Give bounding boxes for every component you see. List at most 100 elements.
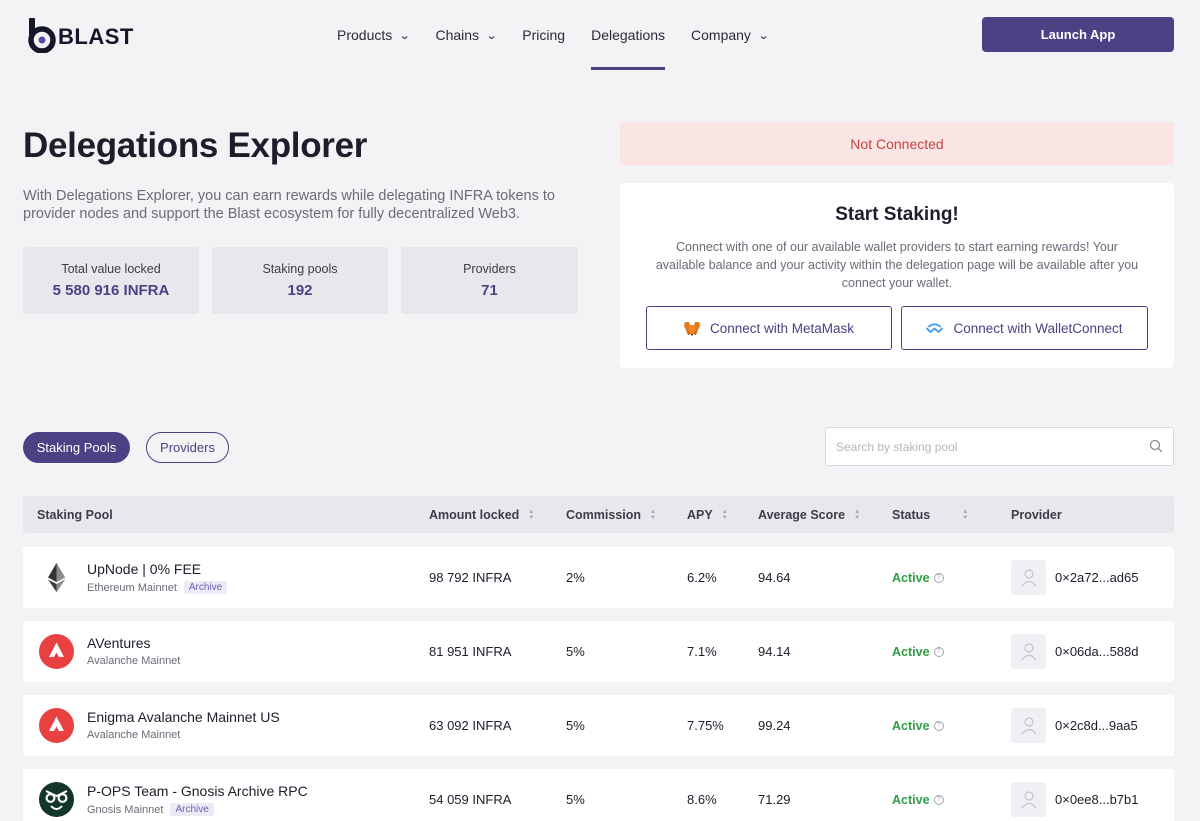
launch-app-button[interactable]: Launch App: [982, 17, 1174, 52]
logo-text: BLAST: [58, 24, 134, 49]
column-staking-pool: Staking Pool: [37, 496, 113, 533]
ethereum-icon: [48, 563, 65, 592]
chevron-down-icon: ⌄: [398, 29, 411, 42]
search-box: [825, 427, 1174, 466]
menu-delegations[interactable]: Delegations: [591, 0, 665, 70]
status: Active ?: [892, 769, 944, 821]
stat-staking-pools: Staking pools 192: [212, 247, 388, 314]
column-label: Staking Pool: [37, 507, 113, 522]
main-menu: Products ⌄ Chains ⌄ Pricing Delegations …: [337, 0, 794, 70]
column-commission[interactable]: Commission ▲ ▼: [566, 496, 656, 533]
average-score: 99.24: [758, 718, 791, 733]
connection-status-alert: Not Connected: [620, 122, 1174, 165]
provider-address[interactable]: 0×2c8d...9aa5: [1055, 695, 1138, 756]
sort-icon[interactable]: ▲ ▼: [962, 509, 968, 521]
table-row[interactable]: Enigma Avalanche Mainnet US Avalanche Ma…: [23, 695, 1174, 756]
status-badge: Active: [892, 792, 930, 807]
menu-company-label: Company: [691, 27, 751, 43]
start-staking-title: Start Staking!: [835, 204, 959, 225]
start-staking-description: Connect with one of our available wallet…: [655, 240, 1139, 290]
column-label: Commission: [566, 507, 642, 522]
blast-logo[interactable]: BLAST: [27, 17, 134, 53]
average-score: 94.64: [758, 570, 791, 585]
help-icon[interactable]: ?: [933, 794, 944, 805]
apy: 8.6%: [687, 792, 717, 807]
stat-providers: Providers 71: [401, 247, 578, 314]
stat-value: 5 580 916 INFRA: [52, 282, 170, 299]
status: Active ?: [892, 695, 944, 756]
help-icon[interactable]: ?: [933, 646, 944, 657]
menu-company[interactable]: Company ⌄: [691, 0, 770, 70]
apy: 7.75%: [687, 718, 724, 733]
user-icon: [1021, 716, 1036, 734]
commission: 2%: [566, 570, 585, 585]
stat-value: 71: [481, 282, 498, 299]
menu-products[interactable]: Products ⌄: [337, 0, 411, 70]
provider-address[interactable]: 0×2a72...ad65: [1055, 547, 1139, 608]
table-row[interactable]: P-OPS Team - Gnosis Archive RPC Gnosis M…: [23, 769, 1174, 821]
amount-locked: 98 792 INFRA: [429, 570, 512, 585]
stat-label: Total value locked: [61, 262, 161, 276]
help-icon[interactable]: ?: [933, 720, 944, 731]
table-row[interactable]: UpNode | 0% FEE Ethereum Mainnet Archive…: [23, 547, 1174, 608]
walletconnect-icon: [926, 322, 944, 334]
table-header: Staking Pool Amount locked ▲ ▼ Commission…: [23, 496, 1174, 533]
user-icon: [1021, 790, 1036, 808]
stat-total-value-locked: Total value locked 5 580 916 INFRA: [23, 247, 199, 314]
user-icon: [1021, 642, 1036, 660]
page-description: With Delegations Explorer, you can earn …: [23, 188, 555, 222]
column-average-score[interactable]: Average Score ▲ ▼: [758, 496, 860, 533]
average-score: 94.14: [758, 644, 791, 659]
sort-icon[interactable]: ▲ ▼: [722, 509, 728, 521]
commission: 5%: [566, 718, 585, 733]
column-amount-locked[interactable]: Amount locked ▲ ▼: [429, 496, 534, 533]
menu-delegations-label: Delegations: [591, 27, 666, 43]
avalanche-icon: [39, 708, 74, 743]
network-label: Avalanche Mainnet: [87, 655, 181, 667]
status-badge: Active: [892, 570, 930, 585]
user-icon: [1021, 568, 1036, 586]
status-badge: Active: [892, 644, 930, 659]
help-icon[interactable]: ?: [933, 572, 944, 583]
provider-avatar: [1011, 782, 1046, 817]
provider-address[interactable]: 0×06da...588d: [1055, 621, 1139, 682]
pool-name[interactable]: AVentures: [87, 635, 151, 651]
search-icon[interactable]: [1149, 439, 1163, 453]
start-staking-card: Start Staking! Connect with one of our a…: [620, 183, 1174, 368]
sort-icon[interactable]: ▲ ▼: [650, 509, 656, 521]
column-label: Provider: [1011, 507, 1062, 522]
table-row[interactable]: AVentures Avalanche Mainnet 81 951 INFRA…: [23, 621, 1174, 682]
stat-value: 192: [287, 282, 313, 299]
chevron-down-icon: ⌄: [757, 29, 770, 42]
pool-name[interactable]: UpNode | 0% FEE: [87, 561, 201, 577]
sort-icon[interactable]: ▲ ▼: [528, 509, 534, 521]
gnosis-owl-icon: [39, 782, 74, 817]
pool-name[interactable]: Enigma Avalanche Mainnet US: [87, 709, 280, 725]
network-label: Ethereum Mainnet: [87, 581, 177, 594]
pool-network: Gnosis Mainnet Archive: [87, 803, 214, 816]
blast-logo-icon: [28, 18, 56, 53]
apy: 7.1%: [687, 644, 717, 659]
connect-metamask-button[interactable]: Connect with MetaMask: [646, 306, 892, 350]
tab-staking-pools[interactable]: Staking Pools: [23, 432, 130, 463]
connect-walletconnect-button[interactable]: Connect with WalletConnect: [901, 306, 1148, 350]
menu-products-label: Products: [337, 27, 393, 43]
amount-locked: 54 059 INFRA: [429, 792, 512, 807]
provider-avatar: [1011, 634, 1046, 669]
column-status[interactable]: Status ▲ ▼: [892, 496, 968, 533]
stat-label: Staking pools: [262, 262, 338, 276]
pool-name[interactable]: P-OPS Team - Gnosis Archive RPC: [87, 783, 308, 799]
sort-icon[interactable]: ▲ ▼: [854, 509, 860, 521]
menu-pricing[interactable]: Pricing: [522, 0, 565, 70]
tab-providers[interactable]: Providers: [146, 432, 229, 463]
column-label: Average Score: [758, 507, 846, 522]
search-input[interactable]: [836, 428, 1136, 465]
pool-network: Avalanche Mainnet: [87, 655, 180, 667]
network-label: Gnosis Mainnet: [87, 803, 164, 816]
archive-badge: Archive: [183, 581, 228, 594]
provider-address[interactable]: 0×0ee8...b7b1: [1055, 769, 1139, 821]
column-apy[interactable]: APY ▲ ▼: [687, 496, 728, 533]
pool-network: Ethereum Mainnet Archive: [87, 581, 228, 594]
menu-chains[interactable]: Chains ⌄: [435, 0, 497, 70]
stat-label: Providers: [463, 262, 516, 276]
